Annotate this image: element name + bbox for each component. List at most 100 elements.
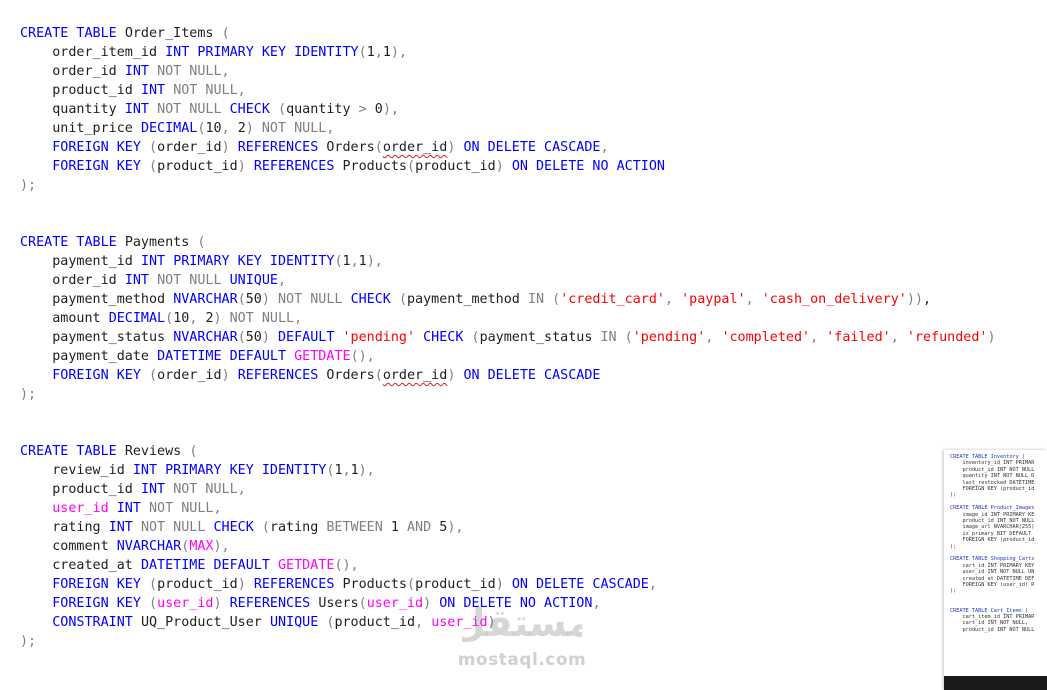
code-line[interactable]: product_id INT NOT NULL,	[20, 480, 246, 499]
code-token: order_item_id	[20, 45, 166, 60]
code-token: ),	[382, 102, 399, 117]
code-line[interactable]: FOREIGN KEY (user_id) REFERENCES Users(u…	[20, 594, 600, 613]
code-token: 2	[205, 311, 214, 326]
code-token: CHECK	[213, 520, 262, 535]
code-line[interactable]: payment_method NVARCHAR(50) NOT NULL CHE…	[20, 290, 931, 309]
code-token: (	[149, 596, 158, 611]
code-token: product_id	[20, 83, 141, 98]
code-line[interactable]: payment_date DATETIME DEFAULT GETDATE(),	[20, 347, 375, 366]
code-token: (	[221, 26, 230, 41]
code-token: PRIMARY KEY IDENTITY	[173, 254, 335, 269]
code-token: (	[237, 330, 246, 345]
minimap-line: cart_id INT PRIMARY KEY	[950, 562, 1035, 569]
code-token: CREATE TABLE	[20, 235, 125, 250]
code-line[interactable]: FOREIGN KEY (order_id) REFERENCES Orders…	[20, 366, 600, 385]
code-token: order_id	[20, 273, 125, 288]
code-line[interactable]: order_id INT NOT NULL,	[20, 62, 229, 81]
code-token: )	[447, 368, 464, 383]
code-line[interactable]: CREATE TABLE Reviews (	[20, 442, 197, 461]
code-token: Products	[342, 159, 408, 174]
code-token: (	[165, 311, 174, 326]
code-line[interactable]: unit_price DECIMAL(10, 2) NOT NULL,	[20, 119, 334, 138]
code-token: NVARCHAR	[173, 330, 238, 345]
code-token: );	[20, 634, 37, 649]
code-token: (	[278, 102, 287, 117]
code-token: NVARCHAR	[116, 539, 182, 554]
code-token: )	[237, 577, 254, 592]
code-line[interactable]: quantity INT NOT NULL CHECK (quantity > …	[20, 100, 399, 119]
code-line[interactable]: CREATE TABLE Order_Items (	[20, 24, 230, 43]
code-token: ON DELETE NO ACTION	[439, 596, 593, 611]
code-token: user_id	[366, 596, 424, 611]
code-token: INT	[140, 482, 174, 497]
code-token: product_id	[157, 577, 238, 592]
code-token: AND	[407, 520, 440, 535]
code-token: 1	[334, 463, 343, 478]
code-line[interactable]: order_item_id INT PRIMARY KEY IDENTITY(1…	[20, 43, 407, 62]
code-token: DEFAULT	[278, 330, 343, 345]
code-line[interactable]: review_id INT PRIMARY KEY IDENTITY(1,1),	[20, 461, 375, 480]
code-token: NOT NULL,	[173, 482, 246, 497]
misspelled-token: order_id	[382, 140, 448, 155]
code-token: (	[189, 444, 198, 459]
code-token: (	[334, 254, 343, 269]
code-token: (),	[334, 558, 359, 573]
code-token: GETDATE	[294, 349, 351, 364]
code-token: (	[149, 159, 158, 174]
code-line[interactable]: FOREIGN KEY (product_id) REFERENCES Prod…	[20, 157, 665, 176]
code-line[interactable]: payment_id INT PRIMARY KEY IDENTITY(1,1)…	[20, 252, 383, 271]
code-editor[interactable]: CREATE TABLE Order_Items ( order_item_id…	[0, 0, 1047, 690]
misspelled-token: order_id	[382, 368, 448, 383]
code-line[interactable]: );	[20, 385, 36, 404]
code-line[interactable]: FOREIGN KEY (order_id) REFERENCES Orders…	[20, 138, 609, 157]
code-token: order_id	[20, 64, 125, 79]
minimap[interactable]: product_id INT NOT NULL cart_id INT NOT …	[944, 450, 1047, 690]
minimap-viewport-bar[interactable]	[944, 676, 1047, 690]
code-line[interactable]: comment NVARCHAR(MAX),	[20, 537, 229, 556]
code-line[interactable]: FOREIGN KEY (product_id) REFERENCES Prod…	[20, 575, 657, 594]
minimap-line: );	[950, 543, 957, 550]
minimap-line: FOREIGN KEY (product_id	[950, 537, 1035, 544]
code-token: ,	[890, 330, 907, 345]
code-line[interactable]: );	[20, 632, 36, 651]
code-token: DATETIME	[140, 558, 214, 573]
code-line[interactable]: order_id INT NOT NULL UNIQUE,	[20, 271, 286, 290]
minimap-line: image_url NVARCHAR(255)	[950, 524, 1035, 531]
code-line[interactable]: CREATE TABLE Payments (	[20, 233, 205, 252]
code-token: payment_status	[20, 330, 174, 345]
code-line[interactable]: rating INT NOT NULL CHECK (rating BETWEE…	[20, 518, 463, 537]
code-token: (	[407, 159, 416, 174]
code-line[interactable]: created_at DATETIME DEFAULT GETDATE(),	[20, 556, 359, 575]
code-line[interactable]: CONSTRAINT UQ_Product_User UNIQUE (produ…	[20, 613, 495, 632]
code-token: REFERENCES	[237, 140, 327, 155]
code-token: BETWEEN	[326, 520, 391, 535]
minimap-line: FOREIGN KEY (user_id) R	[950, 582, 1035, 588]
code-token: DATETIME	[157, 349, 230, 364]
code-token: ,	[923, 292, 932, 307]
code-token: PRIMARY KEY IDENTITY	[165, 463, 327, 478]
code-token: 'completed'	[721, 330, 811, 345]
code-token: NOT NULL	[157, 102, 230, 117]
code-token: INT	[165, 45, 198, 60]
code-token: NOT NULL	[140, 520, 214, 535]
code-line[interactable]: );	[20, 176, 36, 195]
code-line[interactable]: product_id INT NOT NULL,	[20, 81, 246, 100]
code-token: 1	[366, 45, 375, 60]
code-token: ) NOT NULL,	[213, 311, 303, 326]
code-token: (	[374, 140, 383, 155]
code-token: ON DELETE CASCADE	[463, 140, 601, 155]
minimap-line: cart_item_id INT PRIMAR	[950, 614, 1035, 620]
code-line[interactable]: amount DECIMAL(10, 2) NOT NULL,	[20, 309, 302, 328]
code-line[interactable]: user_id INT NOT NULL,	[20, 499, 222, 518]
code-token: DEFAULT	[213, 558, 278, 573]
code-token: )	[447, 140, 464, 155]
minimap-line: CREATE TABLE Product_Images	[950, 505, 1035, 512]
code-token: Order_Items	[124, 26, 222, 41]
code-token: ,	[600, 140, 609, 155]
code-token: NOT NULL,	[149, 501, 222, 516]
code-token: (	[149, 140, 158, 155]
code-token: user_id	[431, 615, 488, 630]
code-line[interactable]: payment_status NVARCHAR(50) DEFAULT 'pen…	[20, 328, 995, 347]
